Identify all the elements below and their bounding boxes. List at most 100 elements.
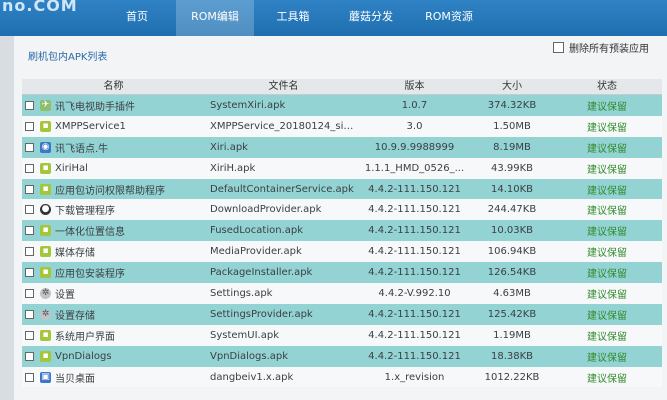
row-checkbox[interactable] <box>25 247 34 257</box>
name-cell: ▪ 一体化位置信息 <box>22 223 202 238</box>
top-nav-bar: no.COM 首页 ROM编辑 工具箱 蘑菇分发 ROM资源 <box>0 0 667 36</box>
file-name: SystemXiri.apk <box>210 99 286 111</box>
row-checkbox[interactable] <box>25 100 34 110</box>
status-link[interactable]: 建议保留 <box>587 332 627 343</box>
size: 18.38KB <box>490 350 534 362</box>
row-checkbox[interactable] <box>25 288 34 298</box>
row-checkbox[interactable] <box>25 330 34 340</box>
delete-all-checkbox[interactable] <box>553 42 564 53</box>
status-cell: 建议保留 <box>552 370 662 385</box>
gear-icon: ✲ <box>40 308 51 320</box>
size: 374.32KB <box>487 99 537 111</box>
table-row[interactable]: ▪ 一体化位置信息 FusedLocation.apk 4.4.2-111.150.1… <box>22 220 662 242</box>
size: 8.19MB <box>493 141 531 153</box>
app-name: XiriHal <box>55 162 88 174</box>
status-cell: 建议保留 <box>552 119 662 134</box>
version: 3.0 <box>406 120 423 132</box>
table-row[interactable]: ▪ 应用包安装程序 PackageInstaller.apk 4.4.2-111.15… <box>22 262 662 284</box>
nav-rom-edit[interactable]: ROM编辑 <box>176 0 254 36</box>
table-row[interactable]: ◉ 讯飞语点.牛 Xiri.apk 10.9.9.9988999 8.19MB 建议保留 <box>22 136 662 158</box>
status-link[interactable]: 建议保留 <box>587 269 627 280</box>
status-link[interactable]: 建议保留 <box>587 374 627 385</box>
android-icon: ▪ <box>40 246 51 258</box>
app-name: 一体化位置信息 <box>55 227 125 239</box>
nav-home[interactable]: 首页 <box>98 0 176 36</box>
version: 1.0.7 <box>401 99 428 111</box>
nav-rom-resources[interactable]: ROM资源 <box>410 0 488 36</box>
table-row[interactable]: ✲ 设置 Settings.apk 4.4.2-V.992.10 4.63MB 建议保留 <box>22 283 662 304</box>
status-link[interactable]: 建议保留 <box>587 165 627 176</box>
version: 4.4.2-111.150.121 <box>368 329 461 341</box>
android-icon: ▪ <box>40 120 51 132</box>
tv-assistant-icon: ✈ <box>40 99 51 111</box>
size: 125.42KB <box>487 308 537 320</box>
launcher-icon: ▣ <box>40 371 51 383</box>
row-checkbox[interactable] <box>25 205 34 215</box>
file-name: XMPPService_20180124_sign.a... <box>210 120 357 132</box>
status-cell: 建议保留 <box>552 286 662 301</box>
version: 4.4.2-111.150.121 <box>368 267 461 279</box>
nav-toolbox[interactable]: 工具箱 <box>254 0 332 36</box>
app-name: 应用包访问权限帮助程序 <box>55 185 165 197</box>
table-row[interactable]: ▪ 应用包访问权限帮助程序 DefaultContainerService.apk 4… <box>22 178 662 200</box>
android-icon: ▪ <box>40 329 51 341</box>
gear-icon: ✲ <box>40 287 51 299</box>
row-checkbox[interactable] <box>25 351 34 361</box>
size: 1012.22KB <box>484 371 540 383</box>
nav-distribution[interactable]: 蘑菇分发 <box>332 0 410 36</box>
status-link[interactable]: 建议保留 <box>587 206 627 217</box>
row-checkbox[interactable] <box>25 163 34 173</box>
apk-list-panel: 刷机包内APK列表 删除所有预装应用 名称 文件名 版本 大小 状态 ✈ 讯飞电视… <box>14 36 667 400</box>
status-cell: 建议保留 <box>552 307 662 322</box>
name-cell: ▪ VpnDialogs <box>22 350 202 362</box>
app-name: 系统用户界面 <box>55 331 115 343</box>
name-cell: ▪ 应用包安装程序 <box>22 265 202 280</box>
size: 106.94KB <box>487 246 537 258</box>
row-checkbox[interactable] <box>25 372 34 382</box>
table-row[interactable]: ▪ 媒体存储 MediaProvider.apk 4.4.2-111.150.121 1… <box>22 241 662 263</box>
status-link[interactable]: 建议保留 <box>587 248 627 259</box>
app-name: 下载管理程序 <box>55 206 115 218</box>
status-link[interactable]: 建议保留 <box>587 353 627 364</box>
status-link[interactable]: 建议保留 <box>587 290 627 301</box>
table-row[interactable]: ▪ XMPPService1 XMPPService_20180124_sign.a… <box>22 115 662 137</box>
status-cell: 建议保留 <box>552 161 662 176</box>
voice-icon: ◉ <box>40 141 51 153</box>
table-row[interactable]: ▪ 系统用户界面 SystemUI.apk 4.4.2-111.150.121 1.19… <box>22 324 662 346</box>
status-cell: 建议保留 <box>552 244 662 259</box>
size: 43.99KB <box>490 162 534 174</box>
size: 1.50MB <box>493 120 531 132</box>
row-checkbox[interactable] <box>25 226 34 236</box>
table-row[interactable]: ▪ VpnDialogs VpnDialogs.apk 4.4.2-111.150.1… <box>22 345 662 367</box>
status-link[interactable]: 建议保留 <box>587 227 627 238</box>
size: 4.63MB <box>493 287 531 299</box>
status-link[interactable]: 建议保留 <box>587 311 627 322</box>
row-checkbox[interactable] <box>25 268 34 278</box>
status-link[interactable]: 建议保留 <box>587 102 627 113</box>
app-name: 设置存储 <box>55 310 95 322</box>
row-checkbox[interactable] <box>25 121 34 131</box>
status-link[interactable]: 建议保留 <box>587 144 627 155</box>
file-name: DownloadProvider.apk <box>210 204 322 216</box>
row-checkbox[interactable] <box>25 142 34 152</box>
header-status: 状态 <box>597 81 617 92</box>
app-name: 媒体存储 <box>55 248 95 260</box>
status-link[interactable]: 建议保留 <box>587 186 627 197</box>
table-row[interactable]: ● 下载管理程序 DownloadProvider.apk 4.4.2-111.150… <box>22 199 662 221</box>
table-row[interactable]: ▪ XiriHal XiriH.apk 1.1.1_HMD_0526_... 43.99… <box>22 157 662 179</box>
table-row[interactable]: ▣ 当贝桌面 dangbeiv1.x.apk 1.x_revision 1012.22K… <box>22 366 662 388</box>
table-row[interactable]: ✈ 讯飞电视助手插件 SystemXiri.apk 1.0.7 374.32KB 建议保留 <box>22 95 662 116</box>
status-cell: 建议保留 <box>552 328 662 343</box>
file-name: FusedLocation.apk <box>210 225 303 237</box>
row-checkbox[interactable] <box>25 309 34 319</box>
apk-table: 名称 文件名 版本 大小 状态 ✈ 讯飞电视助手插件 SystemXiri.apk 1… <box>22 79 662 388</box>
file-name: Settings.apk <box>210 287 273 299</box>
file-name: MediaProvider.apk <box>210 246 302 258</box>
status-link[interactable]: 建议保留 <box>587 123 627 134</box>
delete-all-preinstalled[interactable]: 删除所有预装应用 <box>553 40 649 55</box>
row-checkbox[interactable] <box>25 184 34 194</box>
name-cell: ◉ 讯飞语点.牛 <box>22 140 202 155</box>
version: 4.4.2-V.992.10 <box>378 287 451 299</box>
table-row[interactable]: ✲ 设置存储 SettingsProvider.apk 4.4.2-111.150.1… <box>22 303 662 325</box>
app-name: XMPPService1 <box>55 120 126 132</box>
